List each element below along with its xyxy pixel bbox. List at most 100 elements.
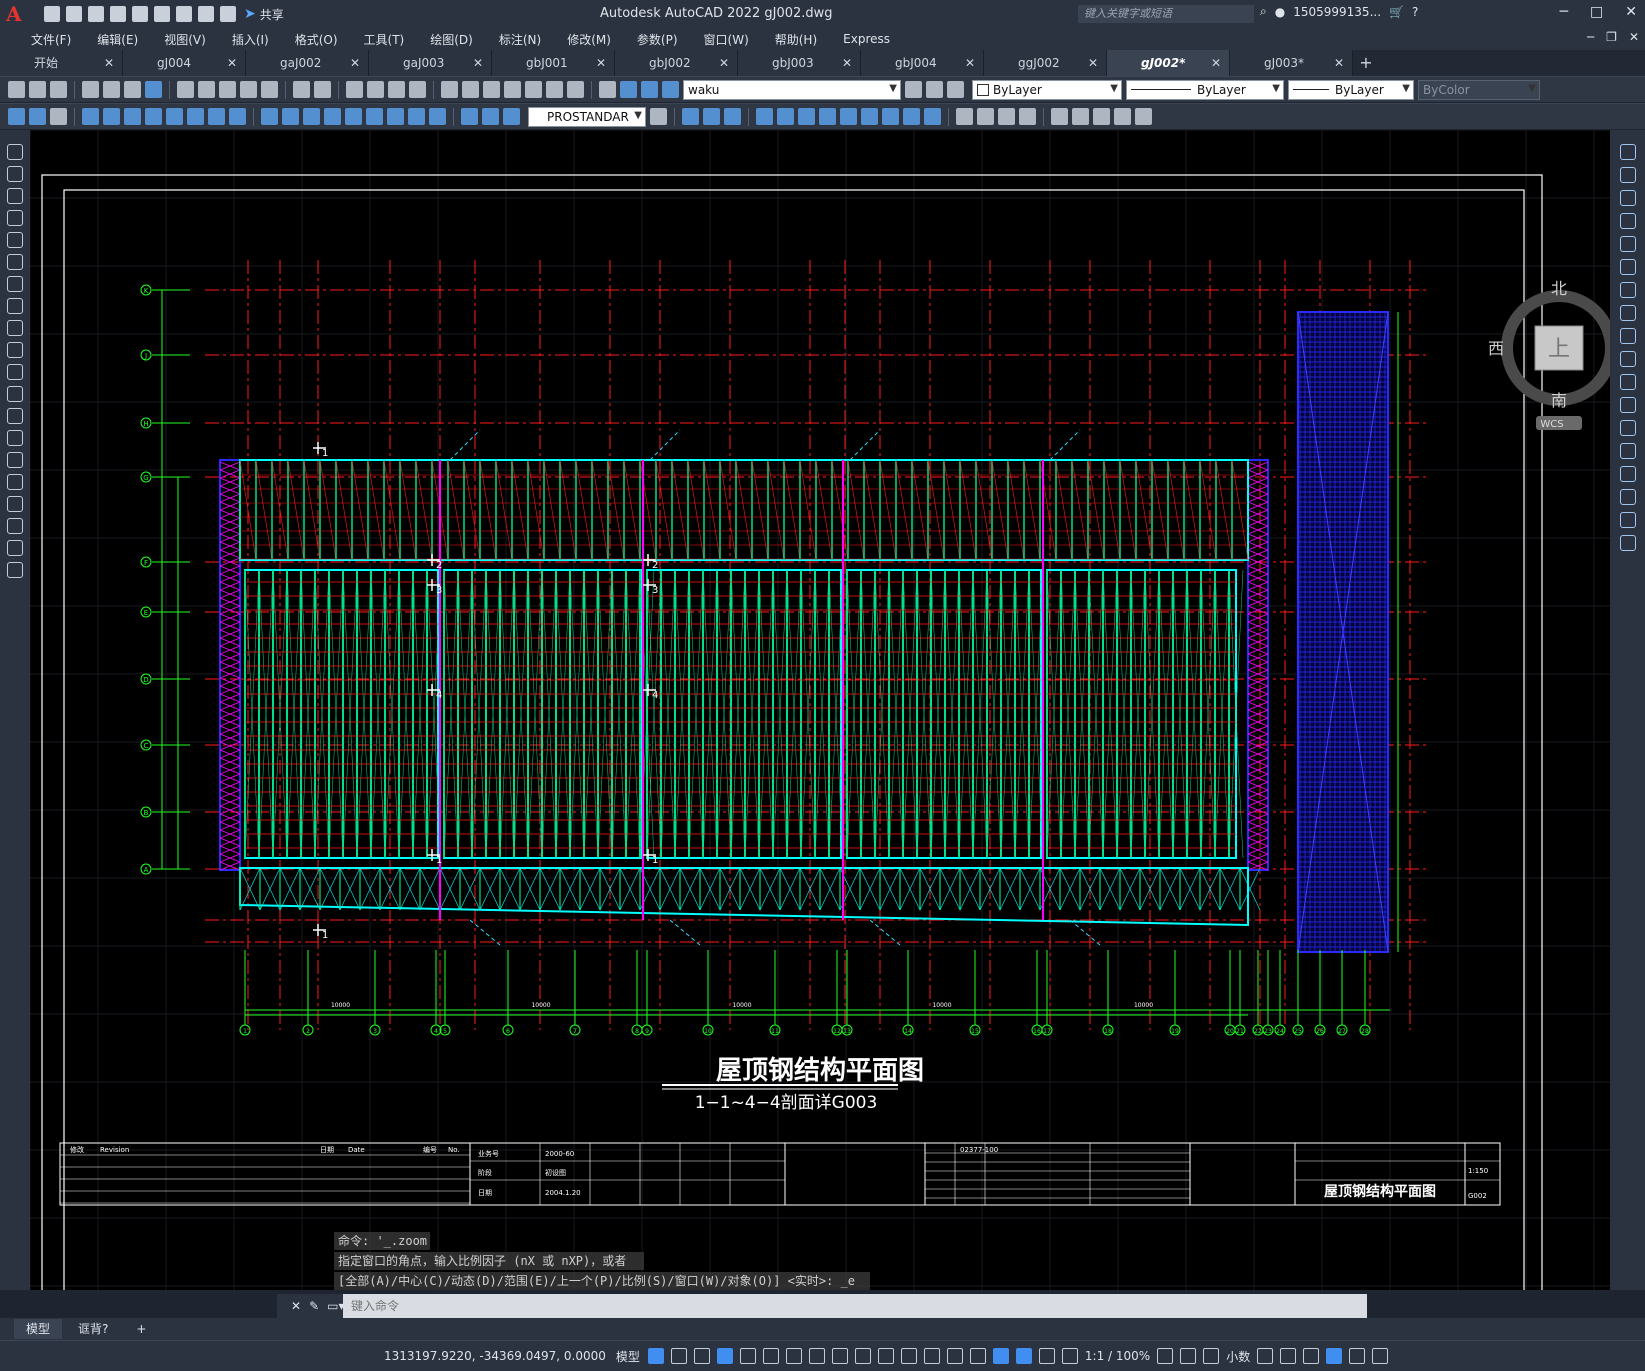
- menu-item[interactable]: 文件(F): [18, 31, 84, 48]
- layer-properties-icon[interactable]: [599, 81, 616, 98]
- dim-update-icon[interactable]: [503, 108, 520, 125]
- modify-join-icon[interactable]: [956, 108, 973, 125]
- isodraft-icon[interactable]: [785, 1348, 802, 1364]
- paste-icon[interactable]: [219, 81, 236, 98]
- arc-icon[interactable]: [7, 254, 23, 270]
- plotstyle-dropdown[interactable]: ByColor ▼: [1418, 79, 1540, 100]
- block-editor-icon[interactable]: [261, 81, 278, 98]
- compass-north[interactable]: 北: [1551, 279, 1567, 298]
- color-dropdown[interactable]: ByLayer ▼: [972, 79, 1122, 100]
- file-tab[interactable]: gbJ004 ✕: [861, 50, 984, 76]
- table-icon[interactable]: [29, 108, 46, 125]
- new-icon[interactable]: [8, 81, 25, 98]
- help-icon[interactable]: ?: [1412, 5, 1418, 19]
- file-tab[interactable]: gbJ002 ✕: [615, 50, 738, 76]
- modify-stretch-icon[interactable]: [861, 108, 878, 125]
- erase-icon[interactable]: [1619, 144, 1636, 160]
- selection-filter-icon[interactable]: [969, 1348, 986, 1364]
- menu-item[interactable]: 编辑(E): [84, 31, 151, 48]
- linetype-dropdown[interactable]: ByLayer ▼: [1126, 79, 1284, 100]
- user-name[interactable]: 1505999135...: [1293, 5, 1381, 19]
- zoom-realtime-icon[interactable]: [367, 81, 384, 98]
- customize-cmd-icon[interactable]: ✎: [309, 1299, 319, 1313]
- annotation-scale-icon[interactable]: [1061, 1348, 1078, 1364]
- inspection-icon[interactable]: [408, 108, 425, 125]
- dim-ordinate-icon[interactable]: [145, 108, 162, 125]
- dim-edit-icon[interactable]: [461, 108, 478, 125]
- compass-south[interactable]: 南: [1551, 391, 1567, 410]
- tool-palettes-icon[interactable]: [483, 81, 500, 98]
- construction-line-icon[interactable]: [7, 166, 23, 182]
- scale-icon[interactable]: [1619, 305, 1636, 321]
- coordinate-readout[interactable]: 1313197.9220, -34369.0497, 0.0000: [384, 1349, 606, 1363]
- close-tab-icon[interactable]: ✕: [719, 50, 729, 76]
- annotation-monitor-icon[interactable]: [1180, 1348, 1197, 1364]
- gizmo-icon[interactable]: [992, 1348, 1009, 1364]
- preview-icon[interactable]: [103, 81, 120, 98]
- close-tab-icon[interactable]: ✕: [350, 50, 360, 76]
- 3d-osnap-icon[interactable]: [923, 1348, 940, 1364]
- modify-move-icon[interactable]: [798, 108, 815, 125]
- customization-icon[interactable]: [1372, 1348, 1389, 1364]
- publish-icon[interactable]: [124, 81, 141, 98]
- redo-icon[interactable]: [220, 6, 236, 22]
- blend-icon[interactable]: [1619, 512, 1636, 528]
- lineweight-icon[interactable]: [854, 1348, 871, 1364]
- save-icon[interactable]: [50, 81, 67, 98]
- region-icon[interactable]: [7, 496, 23, 512]
- dim-jogged-icon[interactable]: [187, 108, 204, 125]
- zoom-previous-icon[interactable]: [409, 81, 426, 98]
- 3d-dwf-icon[interactable]: [145, 81, 162, 98]
- close-cmd-icon[interactable]: ✕: [291, 1299, 301, 1313]
- menu-item[interactable]: 标注(N): [486, 31, 554, 48]
- share-button[interactable]: ➤ 共享: [244, 6, 284, 23]
- infer-constraints-icon[interactable]: [693, 1348, 710, 1364]
- fillet-icon[interactable]: [1619, 489, 1636, 505]
- file-tab[interactable]: gaJ003 ✕: [369, 50, 492, 76]
- modify-explode-icon[interactable]: [1019, 108, 1036, 125]
- close-tab-icon[interactable]: ✕: [842, 50, 852, 76]
- design-center-icon[interactable]: [462, 81, 479, 98]
- modify-chamfer-icon[interactable]: [977, 108, 994, 125]
- menu-item[interactable]: 修改(M): [554, 31, 624, 48]
- add-layout-button[interactable]: +: [124, 1319, 158, 1339]
- layer-state-icon[interactable]: [947, 81, 964, 98]
- save-icon[interactable]: [88, 6, 104, 22]
- polygon-icon[interactable]: [7, 210, 23, 226]
- spline-icon[interactable]: [7, 320, 23, 336]
- dim-arc-icon[interactable]: [124, 108, 141, 125]
- dim-radius-icon[interactable]: [166, 108, 183, 125]
- compass-west[interactable]: 西: [1488, 339, 1504, 358]
- file-tab[interactable]: gbJ001 ✕: [492, 50, 615, 76]
- redo-icon[interactable]: [314, 81, 331, 98]
- quick-dim-icon[interactable]: [261, 108, 278, 125]
- file-tab[interactable]: gaJ002 ✕: [246, 50, 369, 76]
- close-tab-icon[interactable]: ✕: [1211, 50, 1221, 76]
- modify-offset-icon[interactable]: [756, 108, 773, 125]
- layer-on-icon[interactable]: [620, 81, 637, 98]
- transparency-icon[interactable]: [877, 1348, 894, 1364]
- menu-item[interactable]: 插入(I): [219, 31, 282, 48]
- minimize-button[interactable]: ─: [1560, 4, 1568, 20]
- drawing-canvas[interactable]: 112 23 34 41 1 KJHGFEDCBA1 2 3 4 5 6 7 8 9 10 11 12 13 14…: [30, 130, 1610, 1290]
- modify-trim-icon[interactable]: [882, 108, 899, 125]
- ellipse-arc-icon[interactable]: [7, 364, 23, 380]
- draw-order-icon[interactable]: [1051, 108, 1068, 125]
- cart-icon[interactable]: 🛒: [1389, 5, 1404, 19]
- object-snap-tracking-icon[interactable]: [808, 1348, 825, 1364]
- modify-erase-icon[interactable]: [682, 108, 699, 125]
- explode-icon[interactable]: [1619, 535, 1636, 551]
- table-icon[interactable]: [7, 518, 23, 534]
- markup-icon[interactable]: [525, 81, 542, 98]
- snap-toggle-icon[interactable]: [670, 1348, 687, 1364]
- autocad-logo-icon[interactable]: A: [6, 2, 30, 26]
- rotate-icon[interactable]: [1619, 282, 1636, 298]
- model-space-button[interactable]: 模型: [616, 1348, 640, 1365]
- save-web-icon[interactable]: [154, 6, 170, 22]
- close-tab-icon[interactable]: ✕: [965, 50, 975, 76]
- command-input[interactable]: [343, 1295, 1303, 1317]
- isolate-objects-icon[interactable]: [1303, 1348, 1320, 1364]
- dim-linear-icon[interactable]: [82, 108, 99, 125]
- copy-icon[interactable]: [198, 81, 215, 98]
- gradient-icon[interactable]: [7, 474, 23, 490]
